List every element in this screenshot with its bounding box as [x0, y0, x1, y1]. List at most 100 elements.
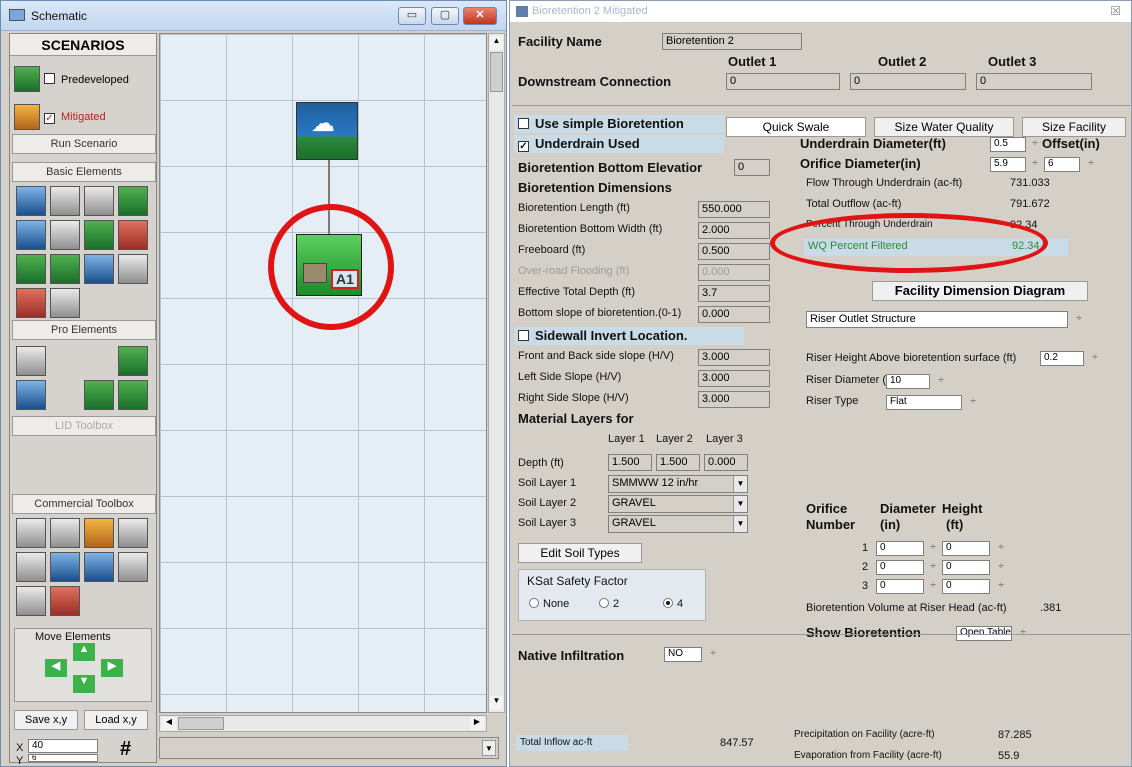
move-down-icon[interactable]: ▼: [73, 675, 95, 693]
riser-type-field[interactable]: Flat: [886, 395, 962, 410]
ksat-4-radio[interactable]: 4: [663, 598, 683, 610]
commercial-item-7-icon[interactable]: [84, 552, 114, 582]
sidewall-invert-checkbox[interactable]: Sidewall Invert Location.: [518, 328, 687, 343]
chevron-down-icon[interactable]: ▼: [733, 476, 747, 492]
swale-icon[interactable]: [16, 254, 46, 284]
orifice-diameter-field[interactable]: 0: [876, 579, 924, 594]
scroll-thumb[interactable]: [490, 52, 503, 92]
orifice-spinner[interactable]: ÷: [926, 578, 940, 595]
commercial-item-5-icon[interactable]: [16, 552, 46, 582]
soil-layer-2-select[interactable]: GRAVEL ▼: [608, 495, 748, 513]
ksat-2-radio[interactable]: 2: [599, 598, 619, 610]
use-simple-bioretention-checkbox[interactable]: Use simple Bioretention: [518, 116, 684, 131]
run-scenario-button[interactable]: Run Scenario: [12, 134, 156, 154]
y-coordinate-field[interactable]: 6: [28, 754, 98, 762]
lateral-basin-icon[interactable]: [16, 220, 46, 250]
downstream-outlet-2-field[interactable]: 0: [850, 73, 966, 90]
commercial-item-6-icon[interactable]: [50, 552, 80, 582]
orifice-diameter-field[interactable]: 0: [876, 541, 924, 556]
orifice-spinner[interactable]: ÷: [994, 578, 1008, 595]
save-xy-button[interactable]: Save x,y: [14, 710, 78, 730]
orifice-height-field[interactable]: 0: [942, 560, 990, 575]
underdrain-diameter-spinner[interactable]: ÷: [1028, 136, 1042, 153]
riser-diameter-field[interactable]: 10: [886, 374, 930, 389]
mitigated-checkbox[interactable]: ✓ Mitigated: [44, 111, 106, 124]
flow-splitter-icon[interactable]: [118, 220, 148, 250]
front-back-slope-field[interactable]: 3.000: [698, 349, 770, 366]
native-infiltration-field[interactable]: NO: [664, 647, 702, 662]
channel-icon[interactable]: [84, 220, 114, 250]
orifice-height-field[interactable]: 0: [942, 579, 990, 594]
chevron-down-icon[interactable]: ▼: [733, 496, 747, 512]
soil-layer-1-select[interactable]: SMMWW 12 in/hr ▼: [608, 475, 748, 493]
soil-layer-3-select[interactable]: GRAVEL ▼: [608, 515, 748, 533]
horizontal-scroll-thumb[interactable]: [178, 717, 224, 730]
size-water-quality-button[interactable]: Size Water Quality: [874, 117, 1014, 137]
move-left-icon[interactable]: ◀: [45, 659, 67, 677]
orifice-diameter-spinner[interactable]: ÷: [1028, 156, 1042, 173]
close-icon[interactable]: ☒: [1110, 4, 1121, 18]
commercial-item-8-icon[interactable]: [118, 552, 148, 582]
orifice-spinner[interactable]: ÷: [994, 559, 1008, 576]
irregular-pond-icon[interactable]: [16, 288, 46, 318]
bottom-width-field[interactable]: 2.000: [698, 222, 770, 239]
edit-soil-types-button[interactable]: Edit Soil Types: [518, 543, 642, 563]
rain-basin-element[interactable]: ☁: [296, 102, 358, 160]
left-side-slope-field[interactable]: 3.000: [698, 370, 770, 387]
chevron-down-icon[interactable]: ▼: [482, 740, 496, 756]
riser-diameter-spinner[interactable]: ÷: [934, 373, 948, 390]
commercial-item-3-icon[interactable]: [84, 518, 114, 548]
table-element-icon[interactable]: [50, 288, 80, 318]
chevron-down-icon[interactable]: ▼: [733, 516, 747, 532]
pro-vault-icon[interactable]: [84, 380, 114, 410]
underdrain-used-checkbox[interactable]: ✓ Underdrain Used: [518, 136, 640, 152]
scroll-right-icon[interactable]: ▶: [470, 717, 484, 730]
hash-icon[interactable]: #: [120, 738, 131, 761]
close-icon[interactable]: ✕: [463, 7, 497, 25]
horizontal-scrollbar[interactable]: ◀ ▶: [159, 715, 487, 732]
riser-outlet-structure-field[interactable]: Riser Outlet Structure: [806, 311, 1068, 328]
move-right-icon[interactable]: ▶: [101, 659, 123, 677]
predeveloped-checkbox[interactable]: Predeveloped: [44, 73, 129, 86]
pro-pond-icon[interactable]: [118, 346, 148, 376]
trapezoid-channel-icon[interactable]: [50, 254, 80, 284]
basin-icon[interactable]: [118, 186, 148, 216]
downstream-outlet-3-field[interactable]: 0: [976, 73, 1092, 90]
orifice-spinner[interactable]: ÷: [926, 559, 940, 576]
scroll-up-icon[interactable]: ▲: [490, 36, 503, 50]
orifice-height-field[interactable]: 0: [942, 541, 990, 556]
facility-dimension-diagram-button[interactable]: Facility Dimension Diagram: [872, 281, 1088, 301]
gravel-trench-icon[interactable]: [84, 254, 114, 284]
scroll-down-icon[interactable]: ▼: [490, 696, 503, 710]
element-select-dropdown[interactable]: ▼: [159, 737, 499, 759]
underdrain-diameter-field[interactable]: 0.5: [990, 137, 1026, 152]
facility-name-field[interactable]: Bioretention 2: [662, 33, 802, 50]
commercial-item-4-icon[interactable]: [118, 518, 148, 548]
pro-swale-icon[interactable]: [118, 380, 148, 410]
lid-toolbox-header[interactable]: LID Toolbox: [12, 416, 156, 436]
bottom-slope-field[interactable]: 0.000: [698, 306, 770, 323]
orifice-offset-field[interactable]: 6: [1044, 157, 1080, 172]
pro-element-icon[interactable]: [16, 346, 46, 376]
bioretention-length-field[interactable]: 550.000: [698, 201, 770, 218]
vault-icon[interactable]: [84, 186, 114, 216]
riser-height-field[interactable]: 0.2: [1040, 351, 1084, 366]
load-xy-button[interactable]: Load x,y: [84, 710, 148, 730]
bottom-elevation-field[interactable]: 0: [734, 159, 770, 176]
commercial-item-1-icon[interactable]: [16, 518, 46, 548]
commercial-item-2-icon[interactable]: [50, 518, 80, 548]
right-side-slope-field[interactable]: 3.000: [698, 391, 770, 408]
size-facility-button[interactable]: Size Facility: [1022, 117, 1126, 137]
commercial-item-9-icon[interactable]: [16, 586, 46, 616]
minimize-button[interactable]: ▭: [398, 7, 426, 25]
quick-swale-button[interactable]: Quick Swale: [726, 117, 866, 137]
orifice-spinner[interactable]: ÷: [994, 540, 1008, 557]
split-icon[interactable]: [118, 254, 148, 284]
freeboard-field[interactable]: 0.500: [698, 243, 770, 260]
pro-lateral-icon[interactable]: [16, 380, 46, 410]
trapezoid-pond-icon[interactable]: [50, 186, 80, 216]
riser-type-spinner[interactable]: ÷: [966, 394, 980, 411]
orifice-diameter-field[interactable]: 0: [876, 560, 924, 575]
effective-depth-field[interactable]: 3.7: [698, 285, 770, 302]
native-infiltration-spinner[interactable]: ÷: [706, 646, 720, 663]
